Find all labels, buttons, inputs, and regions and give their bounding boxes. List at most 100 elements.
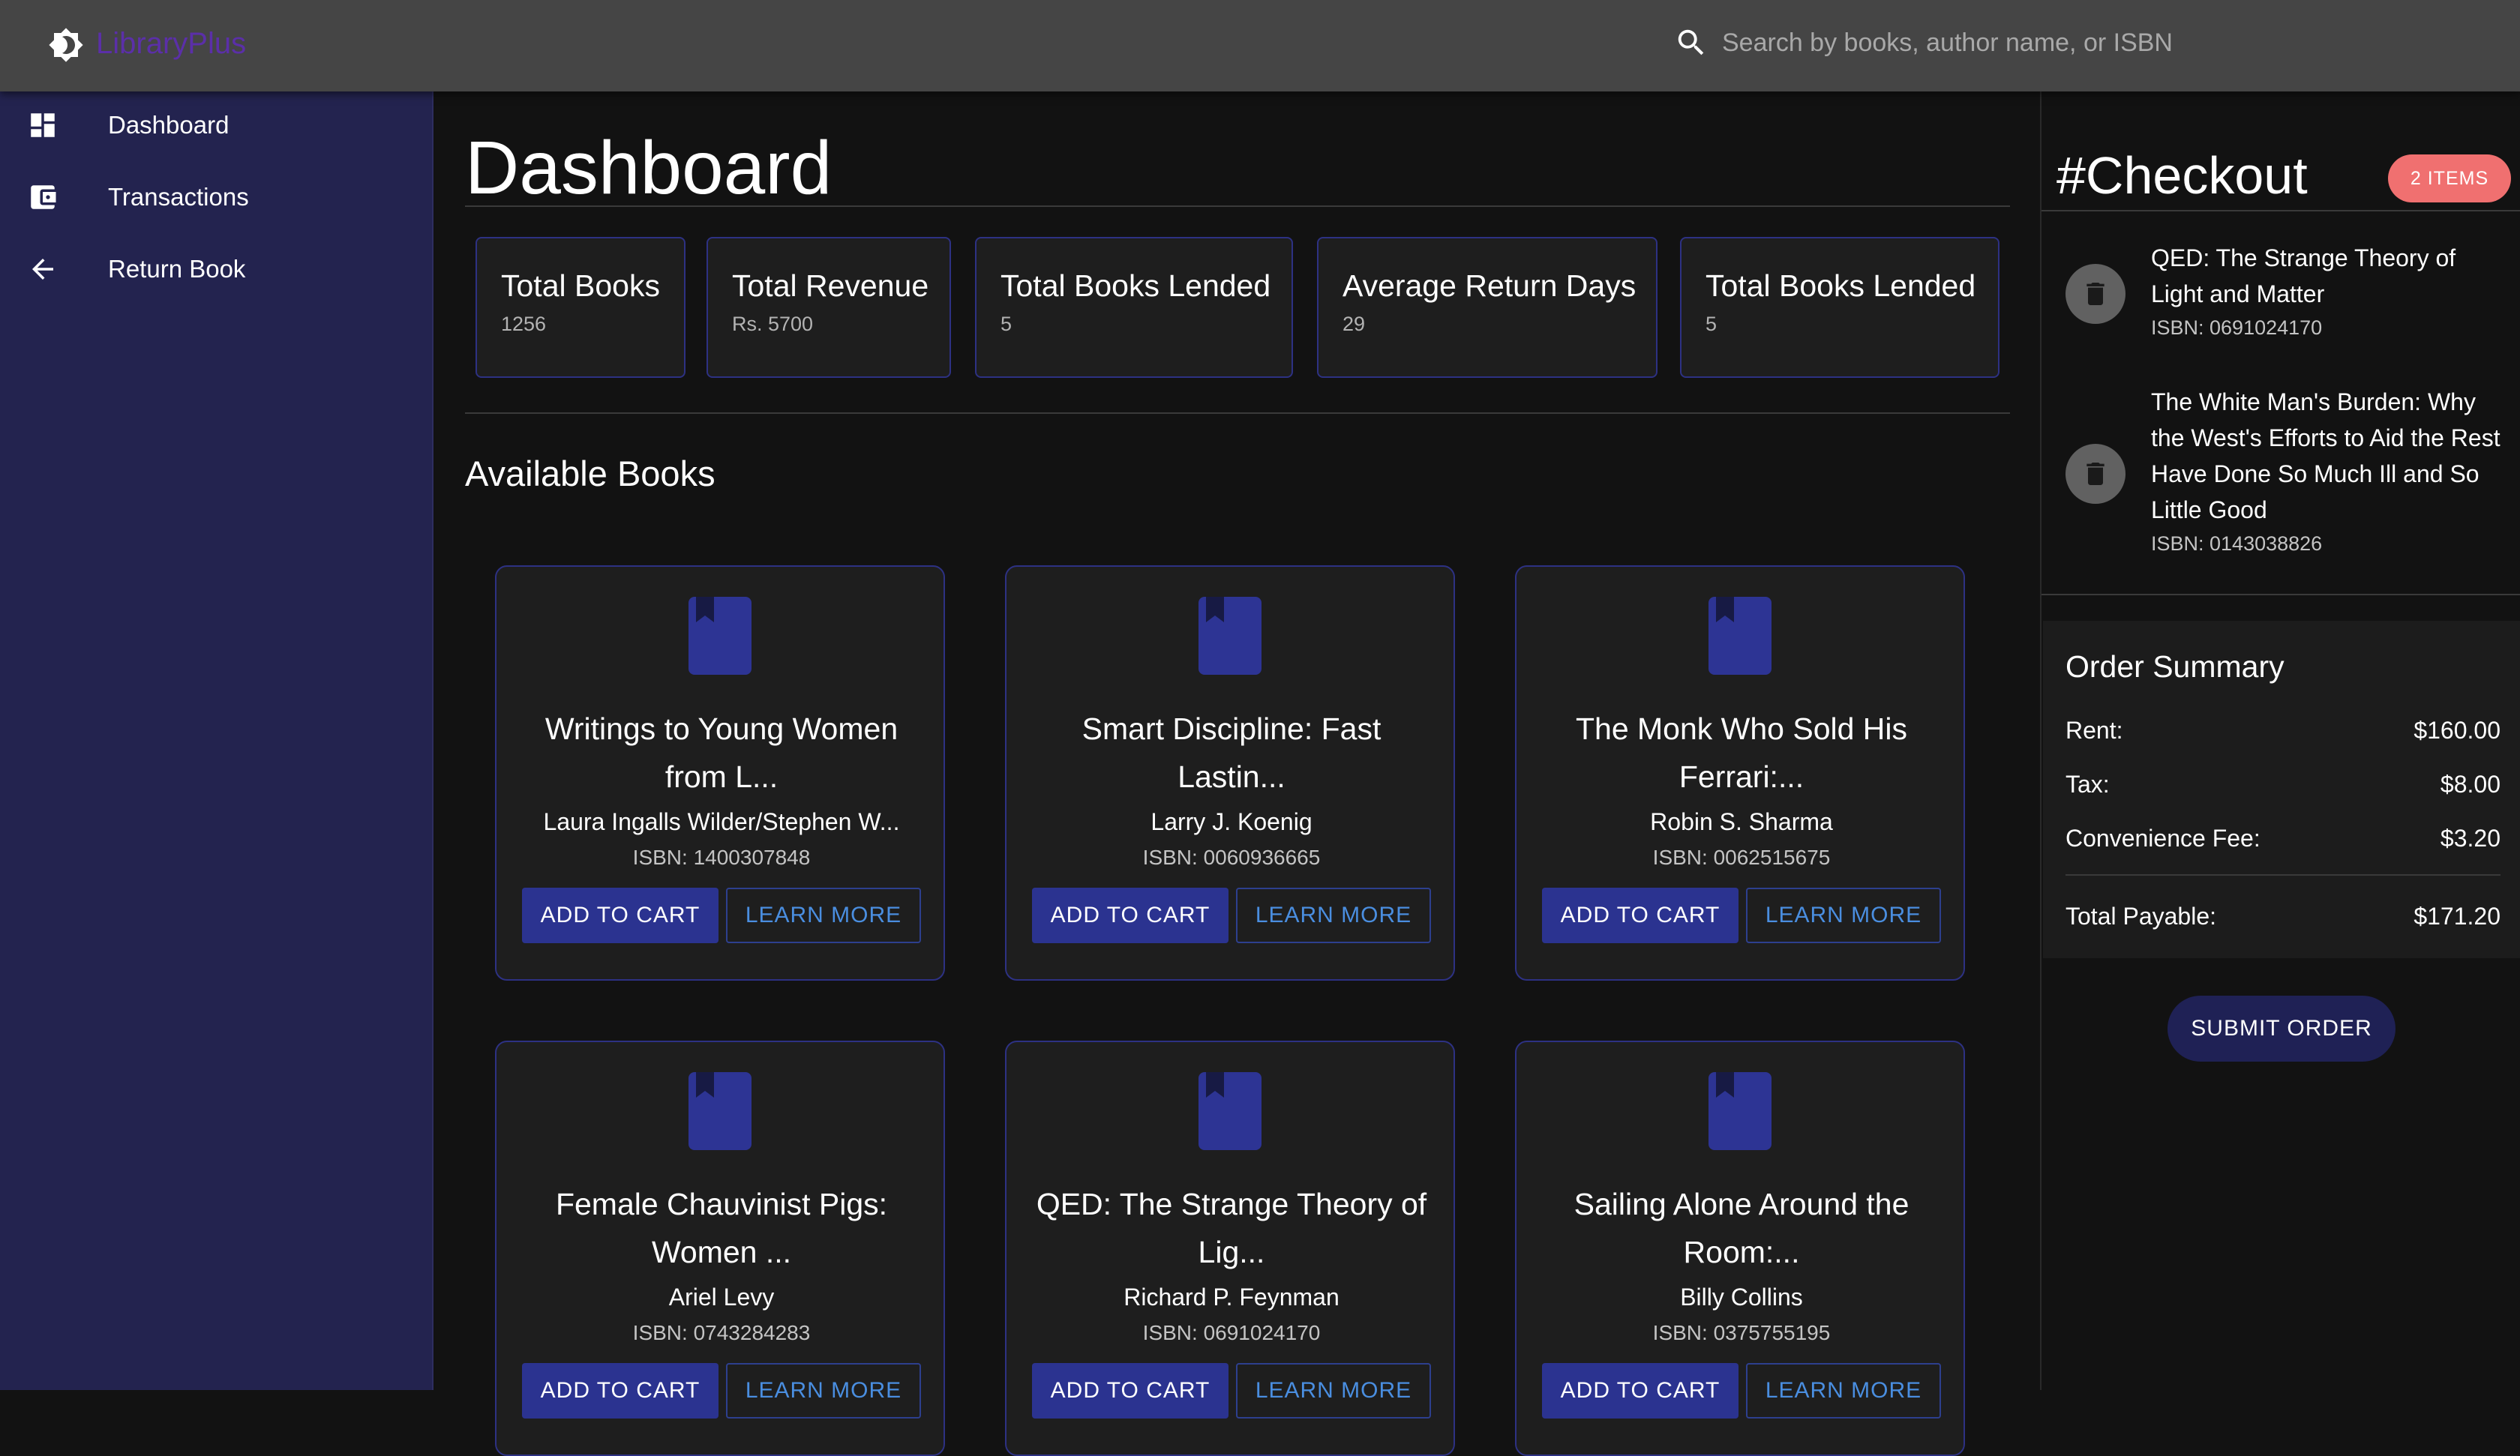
stat-card-total-books-lended: Total Books Lended 5 [975, 237, 1293, 378]
learn-more-button[interactable]: LEARN MORE [1236, 888, 1431, 943]
arrow-back-icon [32, 259, 53, 280]
summary-row-total: Total Payable: $171.20 [2066, 901, 2500, 931]
app-header: LibraryPlus [0, 0, 2520, 91]
stat-value: Rs. 5700 [732, 313, 814, 335]
stat-value: 5 [1000, 313, 1012, 335]
book-title: Smart Discipline: Fast Lastin... [1082, 712, 1382, 794]
checkout-panel: #Checkout 2 ITEMS QED: The Strange Theor… [2040, 91, 2520, 1390]
stat-card-total-books: Total Books 1256 [476, 237, 686, 378]
trash-icon [2086, 283, 2104, 305]
order-summary: Order Summary Rent: $160.00 Tax: $8.00 C… [2043, 621, 2520, 958]
stats-divider [465, 412, 2010, 414]
stat-value: 5 [1706, 313, 1718, 335]
summary-label: Total Payable: [2066, 903, 2217, 930]
main-content: Dashboard Total Books 1256 Total Revenue… [435, 91, 2040, 1456]
book-icon [1198, 1072, 1262, 1150]
summary-divider [2066, 874, 2500, 876]
book-author: Laura Ingalls Wilder/Stephen W... [543, 808, 900, 835]
book-icon [1708, 597, 1772, 675]
stat-value: 29 [1342, 313, 1366, 335]
cart-item-isbn: ISBN: 0143038826 [2151, 532, 2323, 555]
sidebar: Dashboard Transactions Return Book [0, 91, 434, 1390]
learn-more-button[interactable]: LEARN MORE [726, 1363, 921, 1419]
wallet-icon [31, 185, 56, 209]
stat-card-average-return-days: Average Return Days 29 [1317, 237, 1658, 378]
book-title: QED: The Strange Theory of Lig... [1036, 1187, 1427, 1269]
summary-row-tax: Tax: $8.00 [2066, 769, 2500, 799]
book-author: Robin S. Sharma [1650, 808, 1833, 835]
book-title: Writings to Young Women from L... [544, 712, 898, 794]
book-isbn: ISBN: 0060936665 [1142, 846, 1321, 869]
book-card: Female Chauvinist Pigs: Women ... Ariel … [495, 1041, 945, 1456]
search-input[interactable] [1722, 19, 2397, 66]
book-isbn: ISBN: 1400307848 [632, 846, 811, 869]
stat-title: Total Revenue [732, 268, 929, 303]
book-author: Ariel Levy [668, 1284, 775, 1311]
book-title: The Monk Who Sold His Ferrari:... [1575, 712, 1908, 794]
book-title: Female Chauvinist Pigs: Women ... [555, 1187, 888, 1269]
cart-item: QED: The Strange Theory of Light and Mat… [2042, 240, 2520, 360]
summary-label: Rent: [2066, 717, 2123, 744]
summary-value: $171.20 [2414, 903, 2500, 930]
sidebar-item-dashboard[interactable]: Dashboard [0, 91, 434, 159]
learn-more-button[interactable]: LEARN MORE [726, 888, 921, 943]
cart-item-isbn: ISBN: 0691024170 [2151, 316, 2323, 339]
add-to-cart-button[interactable]: ADD TO CART [522, 1363, 718, 1419]
cart-divider [2042, 594, 2520, 595]
add-to-cart-button[interactable]: ADD TO CART [1542, 888, 1738, 943]
book-icon [688, 1072, 752, 1150]
add-to-cart-button[interactable]: ADD TO CART [1542, 1363, 1738, 1419]
submit-order-button[interactable]: SUBMIT ORDER [2168, 996, 2396, 1062]
book-author: Larry J. Koenig [1150, 808, 1312, 835]
summary-row-fee: Convenience Fee: $3.20 [2066, 823, 2500, 853]
sidebar-item-transactions[interactable]: Transactions [0, 163, 434, 231]
summary-value: $3.20 [2440, 825, 2500, 852]
stat-value: 1256 [501, 313, 547, 335]
sidebar-item-return-book[interactable]: Return Book [0, 235, 434, 303]
book-card: Smart Discipline: Fast Lastin... Larry J… [1005, 565, 1455, 981]
remove-item-button[interactable] [2066, 444, 2126, 504]
brand-name[interactable]: LibraryPlus [96, 25, 246, 61]
book-isbn: ISBN: 0375755195 [1652, 1321, 1831, 1344]
stat-title: Total Books Lended [1706, 268, 1976, 303]
sidebar-item-label: Return Book [108, 255, 246, 283]
cart-item: The White Man's Burden: Why the West's E… [2042, 384, 2520, 579]
summary-value: $160.00 [2414, 717, 2500, 744]
book-title: Sailing Alone Around the Room:... [1574, 1187, 1910, 1269]
add-to-cart-button[interactable]: ADD TO CART [522, 888, 718, 943]
summary-label: Convenience Fee: [2066, 825, 2260, 852]
sidebar-item-label: Transactions [108, 183, 249, 211]
book-card: QED: The Strange Theory of Lig... Richar… [1005, 1041, 1455, 1456]
sidebar-item-label: Dashboard [108, 111, 230, 139]
checkout-divider [2042, 210, 2520, 211]
page-title: Dashboard [465, 126, 832, 210]
order-summary-title: Order Summary [2066, 649, 2284, 684]
stat-title: Average Return Days [1342, 268, 1636, 303]
items-count-badge: 2 ITEMS [2388, 154, 2511, 202]
add-to-cart-button[interactable]: ADD TO CART [1032, 888, 1228, 943]
summary-row-rent: Rent: $160.00 [2066, 715, 2500, 745]
stat-title: Total Books Lended [1000, 268, 1271, 303]
title-divider [465, 205, 2010, 207]
checkout-title: #Checkout [2056, 146, 2308, 205]
stat-card-total-revenue: Total Revenue Rs. 5700 [706, 237, 951, 378]
stat-card-total-books-lended-2: Total Books Lended 5 [1680, 237, 2000, 378]
book-icon [688, 597, 752, 675]
search-icon [1678, 29, 1704, 55]
book-author: Richard P. Feynman [1124, 1284, 1340, 1311]
summary-label: Tax: [2066, 771, 2110, 798]
remove-item-button[interactable] [2066, 264, 2126, 324]
cart-item-title: QED: The Strange Theory of Light and Mat… [2151, 244, 2456, 307]
learn-more-button[interactable]: LEARN MORE [1746, 888, 1941, 943]
book-author: Billy Collins [1680, 1284, 1803, 1311]
book-isbn: ISBN: 0062515675 [1652, 846, 1831, 869]
brightness-icon [49, 28, 83, 62]
add-to-cart-button[interactable]: ADD TO CART [1032, 1363, 1228, 1419]
book-icon [1708, 1072, 1772, 1150]
cart-item-title: The White Man's Burden: Why the West's E… [2151, 388, 2500, 523]
learn-more-button[interactable]: LEARN MORE [1236, 1363, 1431, 1419]
learn-more-button[interactable]: LEARN MORE [1746, 1363, 1941, 1419]
book-card: Writings to Young Women from L... Laura … [495, 565, 945, 981]
book-isbn: ISBN: 0743284283 [632, 1321, 811, 1344]
dashboard-icon [31, 113, 55, 137]
